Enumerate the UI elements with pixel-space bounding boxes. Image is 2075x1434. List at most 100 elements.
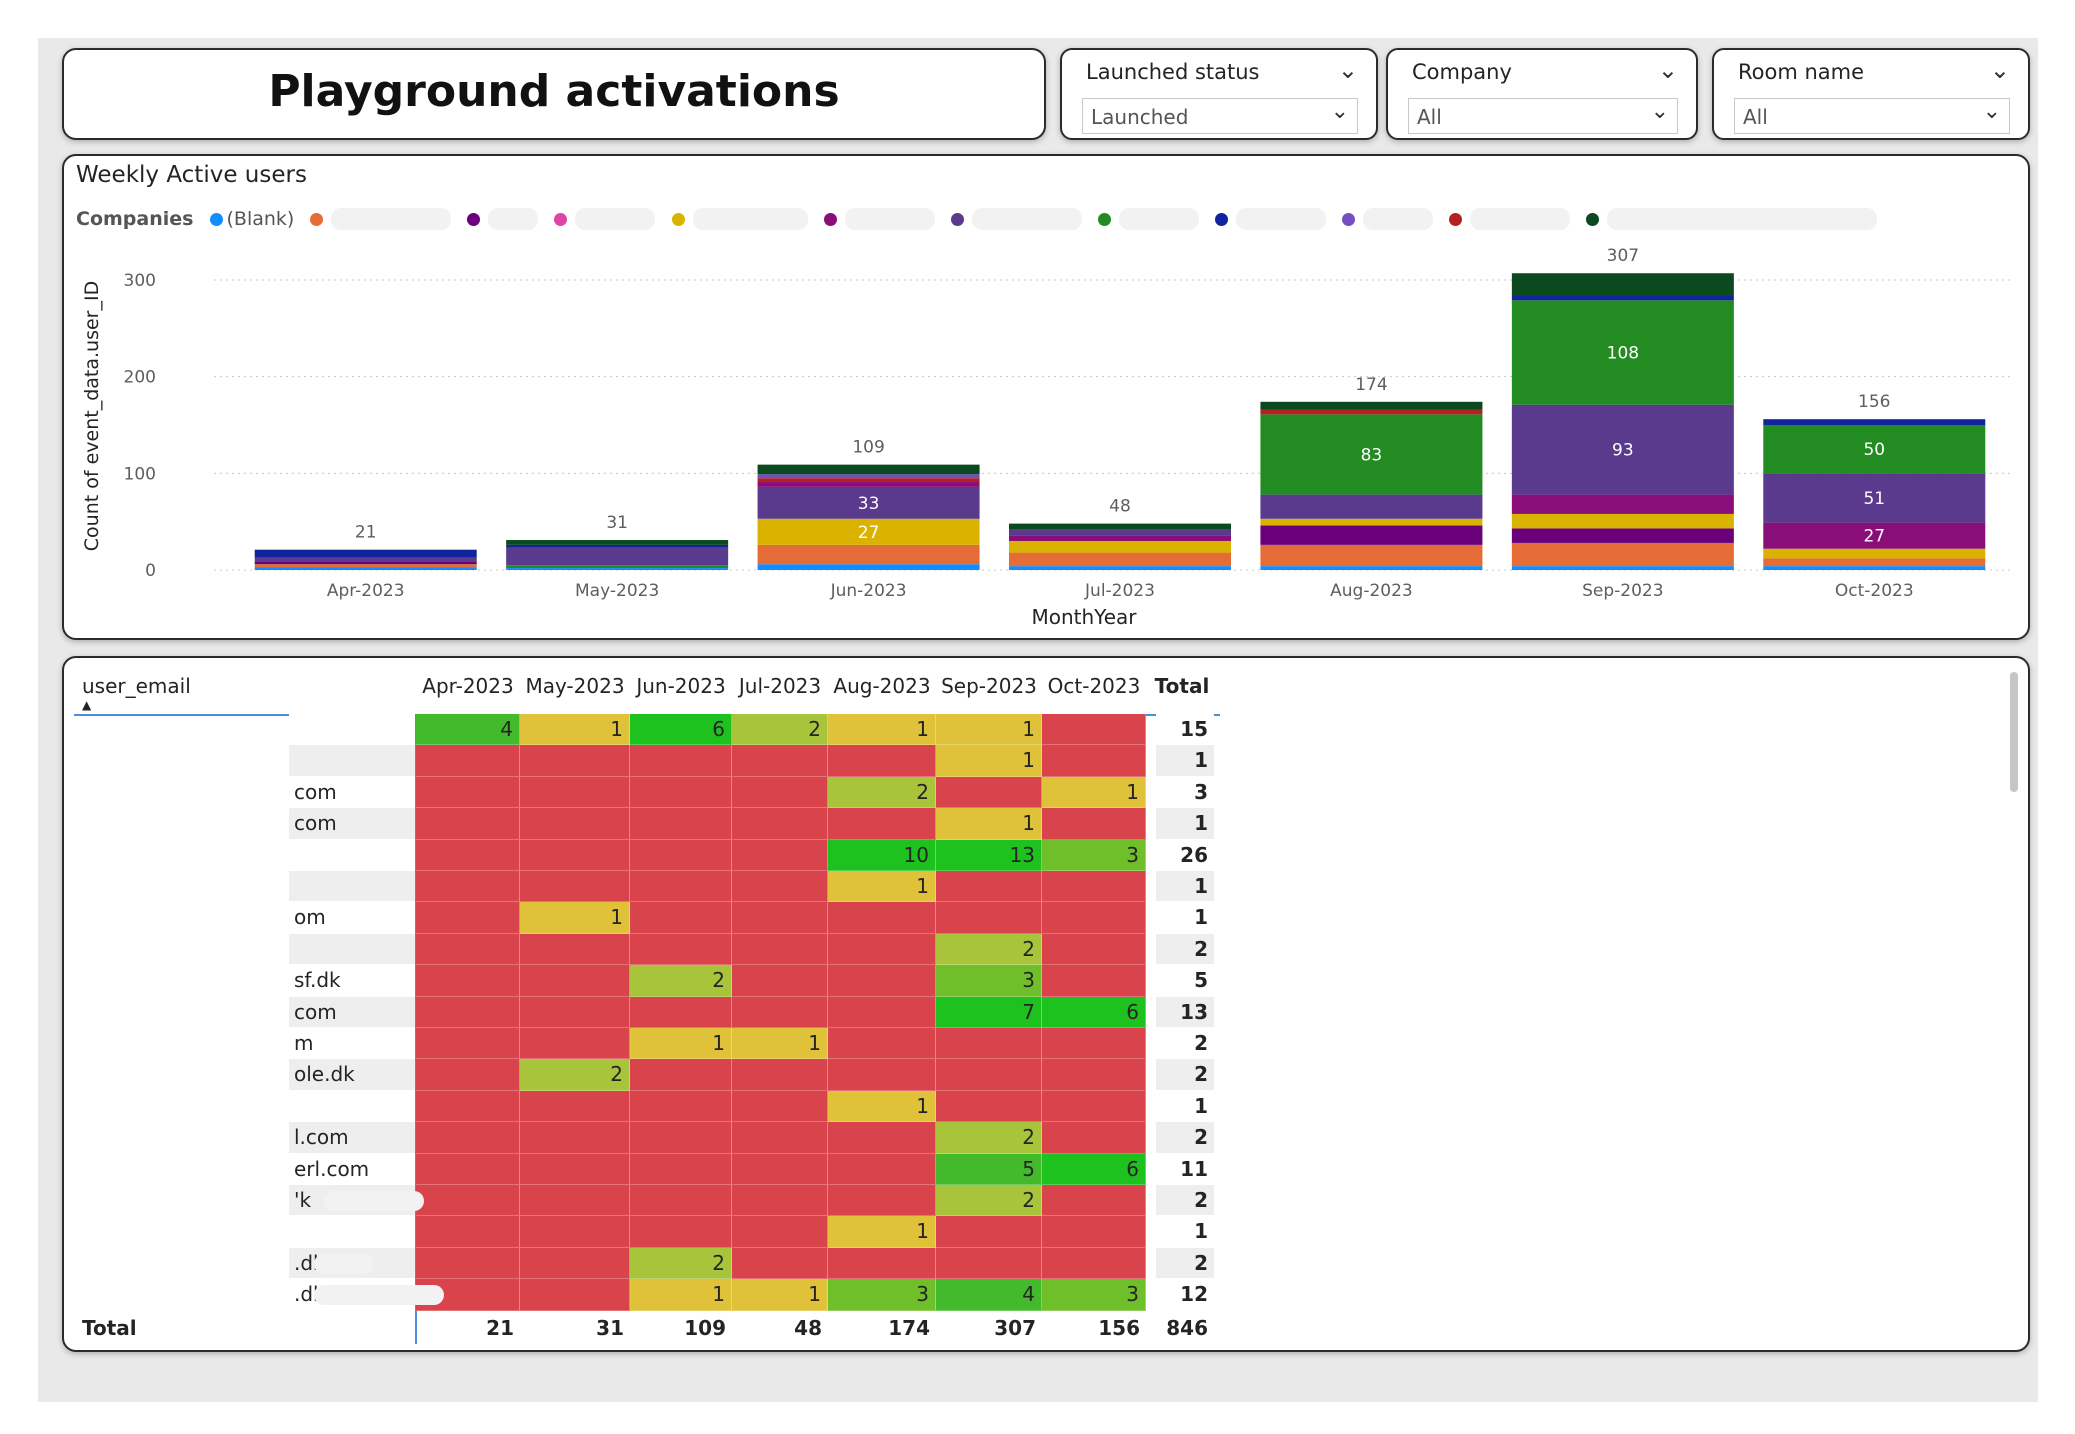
matrix-cell[interactable] (416, 996, 520, 1028)
matrix-cell[interactable] (416, 839, 520, 871)
matrix-cell[interactable] (732, 1216, 828, 1248)
matrix-cell[interactable] (630, 996, 732, 1028)
matrix-cell[interactable] (1042, 714, 1146, 746)
matrix-cell[interactable] (630, 902, 732, 934)
matrix-cell[interactable] (732, 1153, 828, 1185)
matrix-cell[interactable] (732, 808, 828, 840)
matrix-cell[interactable] (732, 902, 828, 934)
column-header[interactable]: Sep-2023 (936, 674, 1042, 698)
matrix-cell[interactable] (732, 1122, 828, 1154)
matrix-cell[interactable]: 2 (936, 933, 1042, 966)
matrix-cell[interactable] (732, 1090, 828, 1123)
row-label-user-email[interactable]: sf.dk (294, 965, 341, 996)
matrix-cell[interactable]: 2 (936, 1122, 1042, 1154)
slicer-dropdown[interactable]: Launched ⌄ (1082, 98, 1358, 134)
matrix-cell[interactable]: 2 (630, 965, 732, 997)
matrix-cell[interactable] (936, 776, 1042, 809)
column-header[interactable]: Apr-2023 (416, 674, 520, 698)
matrix-cell[interactable] (520, 1279, 630, 1311)
matrix-cell[interactable] (1042, 1028, 1146, 1060)
row-label-user-email[interactable]: com (294, 777, 337, 808)
matrix-cell[interactable] (1042, 965, 1146, 997)
slicer-launched-status[interactable]: Launched status ⌄ Launched ⌄ (1060, 48, 1378, 140)
matrix-cell[interactable] (416, 933, 520, 966)
matrix-cell[interactable] (1042, 1090, 1146, 1123)
matrix-cell[interactable] (416, 1216, 520, 1248)
chart-plot[interactable]: 0 100 200 300 Count of event_data.user_ID Mon… (64, 156, 2028, 638)
row-label-user-email[interactable]: m (294, 1028, 313, 1059)
matrix-cell[interactable] (416, 902, 520, 934)
matrix-cell[interactable]: 4 (936, 1279, 1042, 1311)
matrix-cell[interactable] (936, 1247, 1042, 1280)
matrix-cell[interactable] (630, 933, 732, 966)
matrix-cell[interactable] (936, 1028, 1042, 1060)
matrix-cell[interactable] (520, 1153, 630, 1185)
user-matrix-card[interactable]: user_email ▲ Apr-2023 May-2023 Jun-2023 Jul-2… (62, 656, 2030, 1352)
matrix-cell[interactable] (520, 1028, 630, 1060)
matrix-cell[interactable]: 1 (732, 1028, 828, 1060)
matrix-cell[interactable] (936, 902, 1042, 934)
chevron-down-icon[interactable]: ⌄ (1983, 99, 2001, 124)
matrix-cell[interactable] (732, 1185, 828, 1217)
matrix-cell[interactable] (520, 1216, 630, 1248)
matrix-cell[interactable] (416, 1247, 520, 1280)
matrix-cell[interactable]: 1 (828, 1090, 936, 1123)
matrix-cell[interactable]: 2 (732, 714, 828, 746)
matrix-cell[interactable]: 2 (520, 1059, 630, 1091)
matrix-cell[interactable] (630, 776, 732, 809)
matrix-cell[interactable]: 1 (520, 902, 630, 934)
matrix-cell[interactable] (416, 1122, 520, 1154)
matrix-cell[interactable]: 3 (936, 965, 1042, 997)
matrix-cell[interactable] (732, 996, 828, 1028)
matrix-cell[interactable] (828, 1247, 936, 1280)
matrix-cell[interactable] (520, 933, 630, 966)
vertical-scrollbar[interactable] (2010, 672, 2018, 792)
matrix-cell[interactable] (630, 871, 732, 903)
matrix-cell[interactable] (732, 776, 828, 809)
matrix-cell[interactable] (936, 871, 1042, 903)
matrix-cell[interactable] (416, 776, 520, 809)
row-label-user-email[interactable]: com (294, 808, 337, 839)
matrix-cell[interactable]: 7 (936, 996, 1042, 1028)
matrix-cell[interactable] (416, 1185, 520, 1217)
matrix-cell[interactable]: 1 (1042, 776, 1146, 809)
matrix-cell[interactable] (732, 933, 828, 966)
matrix-cell[interactable] (630, 1059, 732, 1091)
matrix-cell[interactable]: 1 (936, 714, 1042, 746)
matrix-cell[interactable]: 1 (828, 871, 936, 903)
sort-ascending-icon[interactable]: ▲ (82, 698, 91, 712)
matrix-cell[interactable] (416, 1028, 520, 1060)
matrix-cell[interactable] (1042, 1247, 1146, 1280)
matrix-cell[interactable]: 1 (732, 1279, 828, 1311)
matrix-cell[interactable] (1042, 808, 1146, 840)
matrix-cell[interactable] (520, 776, 630, 809)
column-header[interactable]: Jul-2023 (732, 674, 828, 698)
matrix-cell[interactable]: 2 (936, 1185, 1042, 1217)
slicer-dropdown[interactable]: All ⌄ (1734, 98, 2010, 134)
matrix-cell[interactable]: 3 (828, 1279, 936, 1311)
matrix-cell[interactable] (732, 1247, 828, 1280)
matrix-cell[interactable] (1042, 902, 1146, 934)
column-header[interactable]: May-2023 (520, 674, 630, 698)
matrix-cell[interactable] (828, 1028, 936, 1060)
row-label-user-email[interactable]: com (294, 997, 337, 1028)
weekly-active-users-chart[interactable]: Weekly Active users Companies (Blank) 01… (62, 154, 2030, 640)
matrix-cell[interactable]: 6 (1042, 996, 1146, 1028)
matrix-cell[interactable] (828, 1122, 936, 1154)
matrix-cell[interactable] (630, 808, 732, 840)
matrix-cell[interactable]: 4 (416, 714, 520, 746)
matrix-cell[interactable] (520, 871, 630, 903)
chevron-down-icon[interactable]: ⌄ (1338, 56, 1358, 84)
matrix-cell[interactable] (936, 1216, 1042, 1248)
matrix-cell[interactable] (630, 839, 732, 871)
matrix-cell[interactable]: 1 (828, 1216, 936, 1248)
matrix-cell[interactable] (732, 871, 828, 903)
matrix-cell[interactable] (520, 839, 630, 871)
column-header[interactable]: Jun-2023 (630, 674, 732, 698)
matrix-cell[interactable] (732, 839, 828, 871)
matrix-cell[interactable] (520, 1185, 630, 1217)
matrix-cell[interactable] (630, 745, 732, 777)
matrix-cell[interactable] (630, 1090, 732, 1123)
matrix-cell[interactable] (828, 1153, 936, 1185)
matrix-cell[interactable] (828, 965, 936, 997)
